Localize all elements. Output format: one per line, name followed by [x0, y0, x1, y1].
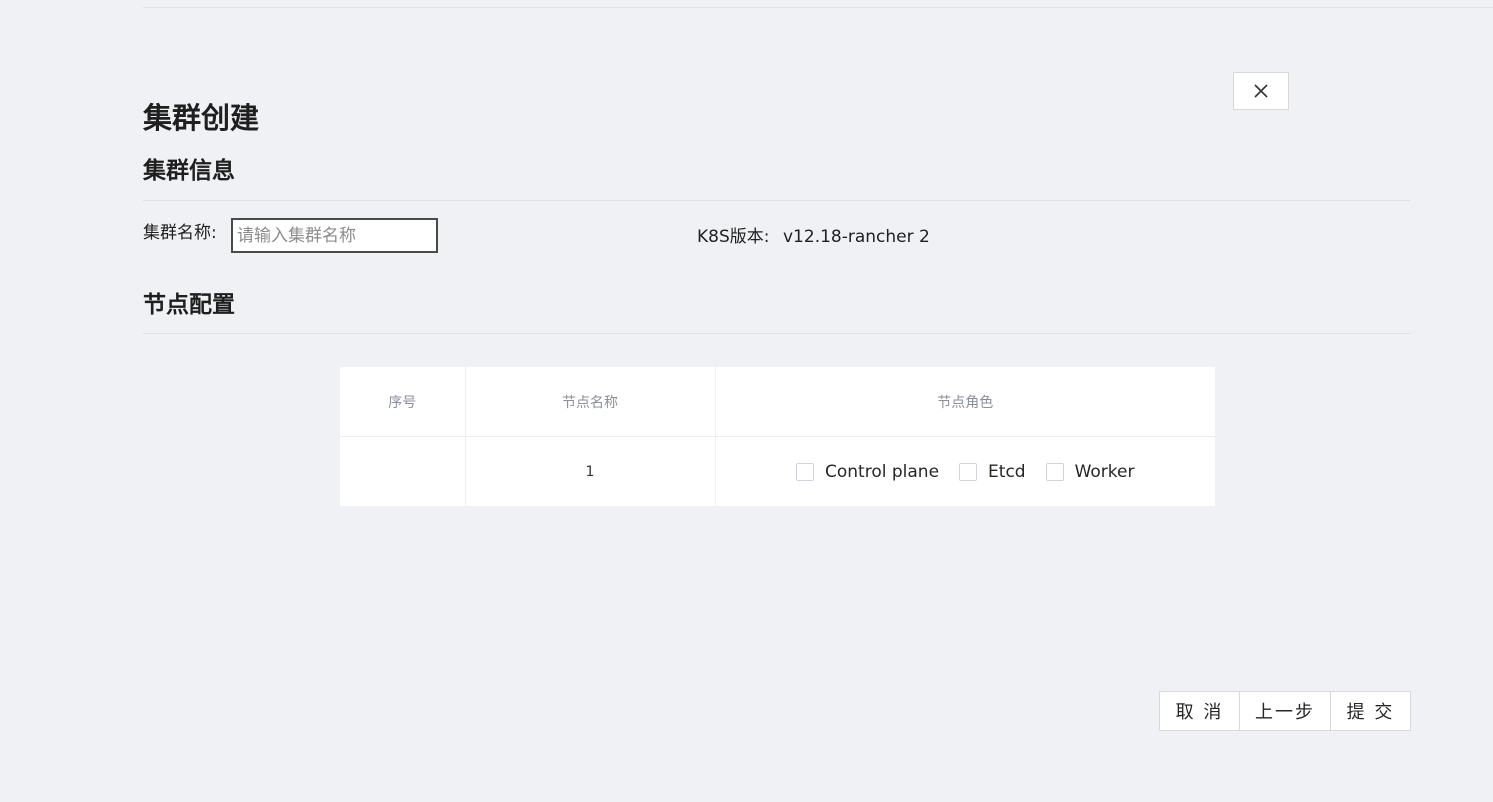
cluster-name-label: 集群名称:: [143, 223, 217, 243]
control-plane-checkbox[interactable]: [796, 462, 815, 481]
etcd-label: Etcd: [988, 461, 1026, 482]
role-control-plane[interactable]: Control plane: [796, 462, 939, 482]
close-icon: [1254, 84, 1268, 98]
k8s-version-label: K8S版本:: [697, 227, 770, 247]
worker-checkbox[interactable]: [1045, 462, 1064, 481]
footer-actions: 取 消 上一步 提 交: [1159, 691, 1411, 731]
role-checkbox-group: Control plane Etcd Worker: [716, 462, 1216, 482]
etcd-checkbox[interactable]: [959, 462, 978, 481]
close-button[interactable]: [1233, 72, 1289, 110]
table-row: 1 Control plane Etcd Worker: [340, 436, 1215, 507]
table-header-row: 序号 节点名称 节点角色: [340, 367, 1215, 437]
page-title: 集群创建: [143, 101, 260, 135]
cluster-info-title: 集群信息: [143, 158, 235, 184]
column-header-node-role: 节点角色: [715, 367, 1215, 437]
node-config-divider: [143, 333, 1411, 334]
node-table: 序号 节点名称 节点角色 1 Control plane Etcd Worker: [340, 367, 1215, 506]
cluster-name-input[interactable]: [231, 218, 438, 253]
prev-step-button[interactable]: 上一步: [1239, 691, 1331, 731]
column-header-node-name: 节点名称: [465, 367, 716, 437]
role-worker[interactable]: Worker: [1045, 461, 1135, 482]
submit-button[interactable]: 提 交: [1330, 691, 1411, 731]
role-etcd[interactable]: Etcd: [959, 462, 1026, 482]
node-config-title: 节点配置: [143, 292, 235, 318]
row-index-cell: [340, 436, 466, 506]
worker-label: Worker: [1074, 461, 1135, 482]
k8s-version-value: v12.18-rancher 2: [783, 227, 930, 247]
control-plane-label: Control plane: [825, 461, 940, 482]
cancel-button[interactable]: 取 消: [1159, 691, 1240, 731]
column-header-index: 序号: [340, 367, 466, 437]
top-divider: [143, 7, 1493, 8]
cluster-info-divider: [143, 200, 1411, 201]
row-node-role-cell: Control plane Etcd Worker: [715, 437, 1215, 507]
row-node-name-cell: 1: [465, 436, 716, 506]
